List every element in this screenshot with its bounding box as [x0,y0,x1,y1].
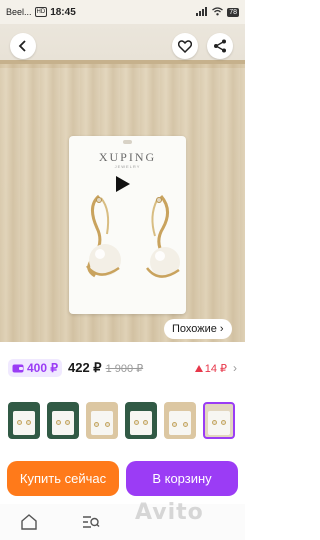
chevron-right-icon: › [233,361,237,375]
product-photo[interactable]: XUPING JEWELRY [0,24,245,342]
thumbnail-strip [8,402,237,442]
share-icon [214,39,226,53]
hd-badge: HD [34,7,48,17]
buy-now-button[interactable]: Купить сейчас [7,461,119,496]
heart-icon [178,39,192,53]
thumbnail[interactable] [47,402,79,439]
price-row: 400 ₽ 422 ₽ 1 900 ₽ 14 ₽ › [0,356,245,380]
chevron-right-icon: › [219,323,224,335]
wifi-icon [212,6,224,18]
action-buttons: Купить сейчас В корзину [7,461,238,496]
earrings-image [86,194,180,278]
battery-icon: 78 [227,7,239,17]
status-bar: Beel... HD 18:45 78 [0,0,245,24]
bottom-nav [0,504,245,540]
wallet-icon [12,364,24,372]
back-button[interactable] [10,33,36,59]
current-price: 422 ₽ [68,360,102,375]
jewelry-card: XUPING JEWELRY [69,136,186,314]
chevron-left-icon [18,40,26,52]
search-list-icon[interactable] [82,513,100,531]
favorite-button[interactable] [172,33,198,59]
thumbnail[interactable] [125,402,157,439]
signal-icon [196,6,208,18]
status-time: 18:45 [50,6,76,18]
carrier-label: Beel... [6,7,32,17]
old-price: 1 900 ₽ [105,362,144,375]
home-icon[interactable] [20,513,38,531]
thumbnail[interactable] [164,402,196,439]
thumbnail[interactable] [8,402,40,439]
similar-label: Похожие [172,323,217,335]
thumbnail-selected[interactable] [203,402,235,439]
add-to-cart-button[interactable]: В корзину [126,461,238,496]
share-button[interactable] [207,33,233,59]
play-icon[interactable] [115,175,131,193]
discount-price-badge[interactable]: 400 ₽ [8,359,62,377]
thumbnail[interactable] [86,402,118,439]
discount-price: 400 ₽ [27,361,58,375]
price-change[interactable]: 14 ₽ › [194,361,237,375]
arrow-up-icon [194,364,203,372]
price-delta-value: 14 ₽ [204,362,227,375]
avito-watermark: Avito [135,500,204,525]
similar-button[interactable]: Похожие › [164,319,232,339]
